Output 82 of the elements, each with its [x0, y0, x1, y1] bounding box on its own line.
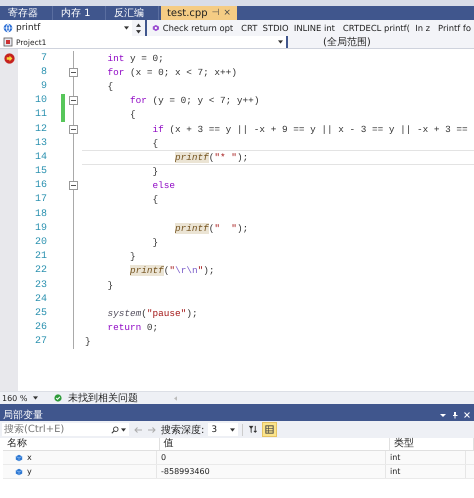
function-icon [152, 23, 160, 33]
zoom-dropdown[interactable]: 160 % [2, 394, 42, 402]
line-number: 15 [34, 166, 47, 178]
code-line: for (y = 0; y < 7; y++) [129, 95, 260, 106]
variable-name: x [27, 453, 32, 462]
code-line: { [152, 138, 158, 149]
code-line: { [152, 194, 158, 206]
collapse-icon[interactable] [69, 124, 78, 134]
up-down-icon[interactable] [136, 22, 141, 34]
caret-icon [33, 396, 38, 400]
pin-icon[interactable] [451, 410, 459, 418]
code-line: return 0; [106, 322, 158, 334]
line-number: 12 [34, 124, 47, 135]
caret-icon[interactable] [121, 428, 126, 432]
collapse-icon[interactable] [69, 181, 78, 190]
line-number: 10 [34, 95, 47, 106]
check-icon [54, 394, 62, 402]
search-field[interactable]: 搜索(Ctrl+E) [2, 423, 129, 436]
variable-type: int [386, 451, 466, 464]
line-number: 8 [40, 66, 47, 78]
line-number: 25 [34, 308, 47, 319]
code-line: printf("* "); [174, 152, 248, 163]
code-line: printf(" "); [174, 222, 248, 234]
code-line: if (x + 3 == y || -x + 9 == y || x - 3 == y || -x + 3 == [152, 124, 468, 135]
line-number: 27 [34, 336, 47, 348]
toggle-button[interactable] [262, 422, 278, 437]
code-line: printf("\r\n"); [129, 265, 214, 276]
panel-title: 局部变量 [3, 408, 44, 422]
document-tab[interactable]: test.cpp ⊣ × [161, 6, 237, 20]
close-icon[interactable] [463, 410, 471, 418]
filter-icon[interactable] [247, 424, 258, 435]
search-depth-label: 搜索深度: [161, 424, 204, 436]
variable-name: y [27, 467, 32, 476]
code-line: int y = 0; [106, 52, 164, 64]
caret-icon [230, 428, 236, 432]
pin-icon[interactable]: ⊣ [212, 8, 220, 18]
variable-type: int [386, 465, 466, 478]
scope-dropdown[interactable]: (全局范围) [290, 36, 474, 48]
member-dropdown[interactable]: printf [0, 20, 132, 36]
code-line: { [129, 109, 136, 120]
cube-icon [15, 468, 23, 476]
line-number: 21 [34, 251, 47, 262]
search-depth-dropdown[interactable]: 3 [208, 423, 238, 436]
line-number: 23 [34, 280, 47, 291]
column-header[interactable]: 类型 [390, 438, 474, 450]
collapse-icon[interactable] [69, 68, 78, 77]
line-number: 16 [34, 180, 47, 192]
code-line: { [106, 80, 114, 92]
grid-icon [264, 424, 276, 435]
line-number: 24 [34, 294, 47, 305]
variable-value: 0 [157, 451, 386, 464]
code-line: for (x = 0; x < 7; x++) [106, 66, 237, 78]
caret-icon [278, 40, 283, 44]
line-number: 9 [40, 80, 47, 92]
line-number: 17 [34, 194, 47, 206]
code-line: } [129, 251, 136, 262]
code-line: } [85, 336, 91, 348]
function-dropdown[interactable]: Check return opt CRT STDIO INLINE int CRTDECL printf( In z Printf fo [149, 20, 474, 36]
code-line: else [152, 180, 176, 192]
code-line: } [106, 280, 114, 291]
search-icon[interactable] [111, 426, 119, 434]
code-line: } [152, 166, 158, 178]
line-number: 26 [34, 322, 47, 334]
line-number: 20 [34, 237, 47, 248]
close-icon[interactable]: × [223, 8, 231, 18]
column-header[interactable]: 名称 [3, 438, 160, 450]
line-number: 11 [34, 109, 47, 120]
issues-status: 未找到相关问题 [68, 392, 138, 405]
column-header[interactable]: 值 [160, 438, 390, 450]
globe-icon [3, 23, 13, 33]
line-number: 19 [34, 222, 47, 234]
line-number: 18 [34, 208, 47, 220]
line-number: 7 [40, 52, 47, 64]
cube-icon [15, 454, 23, 462]
collapse-icon[interactable] [69, 96, 78, 106]
code-line: system("pause"); [106, 308, 198, 319]
line-number: 13 [34, 138, 47, 149]
variable-value: -858993460 [157, 465, 386, 478]
caret-icon [124, 26, 129, 30]
line-number: 22 [34, 265, 47, 276]
line-number: 14 [34, 152, 47, 163]
code-line: } [152, 237, 158, 248]
